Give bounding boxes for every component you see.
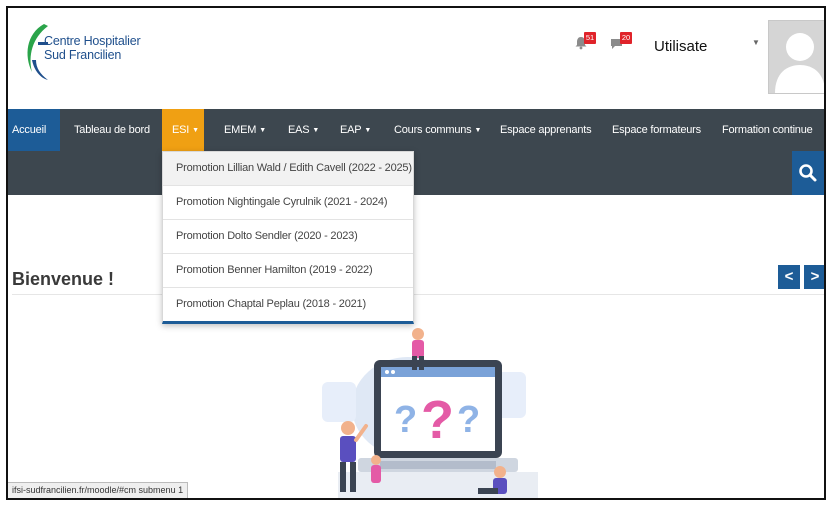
nav-item-eap[interactable]: EAP ▼ [336, 109, 375, 151]
carousel-next-button[interactable]: > [804, 265, 824, 289]
svg-text:?: ? [457, 399, 480, 441]
search-bar [8, 151, 824, 195]
user-menu-caret-icon[interactable]: ▼ [752, 38, 760, 47]
nav-item-label: Formation continue [722, 124, 813, 136]
site-header: Centre Hospitalier Sud Francilien 51 20 … [8, 8, 824, 109]
chevron-down-icon: ▼ [259, 127, 266, 134]
avatar[interactable] [768, 20, 824, 94]
nav-item-label: EAP [340, 124, 362, 136]
chevron-down-icon: ▼ [474, 127, 482, 134]
user-name[interactable]: Utilisate [654, 38, 707, 55]
question-marks-illustration-icon: ? ? ? [322, 328, 538, 498]
messages-button[interactable]: 20 [610, 32, 634, 54]
dropdown-item-promotion-2021-2024[interactable]: Promotion Nightingale Cyrulnik (2021 - 2… [163, 186, 413, 220]
nav-item-cours-communs[interactable]: Cours communs ▼ [390, 109, 485, 151]
nav-item-label: Tableau de bord [74, 124, 150, 136]
nav-item-label: Accueil [12, 124, 47, 136]
nav-item-esi[interactable]: ESI ▼ [162, 109, 204, 151]
dropdown-item-promotion-2020-2023[interactable]: Promotion Dolto Sendler (2020 - 2023) [163, 220, 413, 254]
esi-dropdown-menu: Promotion Lillian Wald / Edith Cavell (2… [162, 151, 414, 324]
notifications-count-badge: 51 [584, 32, 596, 44]
nav-item-label: ESI [172, 124, 190, 136]
svg-text:?: ? [394, 399, 417, 441]
messages-count-badge: 20 [620, 32, 632, 44]
chevron-down-icon: ▼ [192, 127, 199, 134]
dropdown-item-promotion-2019-2022[interactable]: Promotion Benner Hamilton (2019 - 2022) [163, 254, 413, 288]
nav-item-formation-continue[interactable]: Formation continue [718, 109, 817, 151]
nav-item-label: Espace formateurs [612, 124, 701, 136]
site-logo[interactable]: Centre Hospitalier Sud Francilien [18, 20, 158, 88]
nav-item-label: Cours communs [394, 124, 472, 136]
carousel-prev-button[interactable]: < [778, 265, 800, 289]
welcome-illustration: ? ? ? [318, 312, 538, 498]
nav-item-tableau-de-bord[interactable]: Tableau de bord [70, 109, 154, 151]
title-divider [12, 294, 824, 295]
browser-status-bar: ifsi-sudfrancilien.fr/moodle/#cm submenu… [8, 482, 189, 498]
nav-item-eas[interactable]: EAS ▼ [284, 109, 323, 151]
browser-viewport: Centre Hospitalier Sud Francilien 51 20 … [6, 6, 826, 500]
nav-item-accueil[interactable]: Accueil [8, 109, 60, 151]
chevron-down-icon: ▼ [364, 127, 372, 134]
dropdown-item-promotion-2022-2025[interactable]: Promotion Lillian Wald / Edith Cavell (2… [163, 152, 413, 186]
logo-text-line2: Sud Francilien [44, 48, 122, 62]
search-button[interactable] [792, 151, 824, 195]
dropdown-item-promotion-2018-2021[interactable]: Promotion Chaptal Peplau (2018 - 2021) [163, 288, 413, 321]
chevron-down-icon: ▼ [312, 127, 320, 134]
main-navigation: Accueil Tableau de bord ESI ▼ EMEM ▼ EAS ▼ … [8, 109, 824, 151]
nav-item-espace-apprenants[interactable]: Espace apprenants [496, 109, 595, 151]
nav-item-label: EAS [288, 124, 310, 136]
nav-item-emem[interactable]: EMEM ▼ [220, 109, 270, 151]
nav-item-label: EMEM [224, 124, 257, 136]
nav-item-label: Espace apprenants [500, 124, 592, 136]
search-icon [799, 164, 817, 182]
notifications-button[interactable]: 51 [574, 32, 598, 54]
svg-text:?: ? [421, 390, 454, 450]
logo-text-line1: Centre Hospitalier [44, 34, 141, 48]
page-title: Bienvenue ! [12, 269, 115, 289]
nav-item-espace-formateurs[interactable]: Espace formateurs [608, 109, 705, 151]
user-silhouette-icon [775, 33, 824, 93]
